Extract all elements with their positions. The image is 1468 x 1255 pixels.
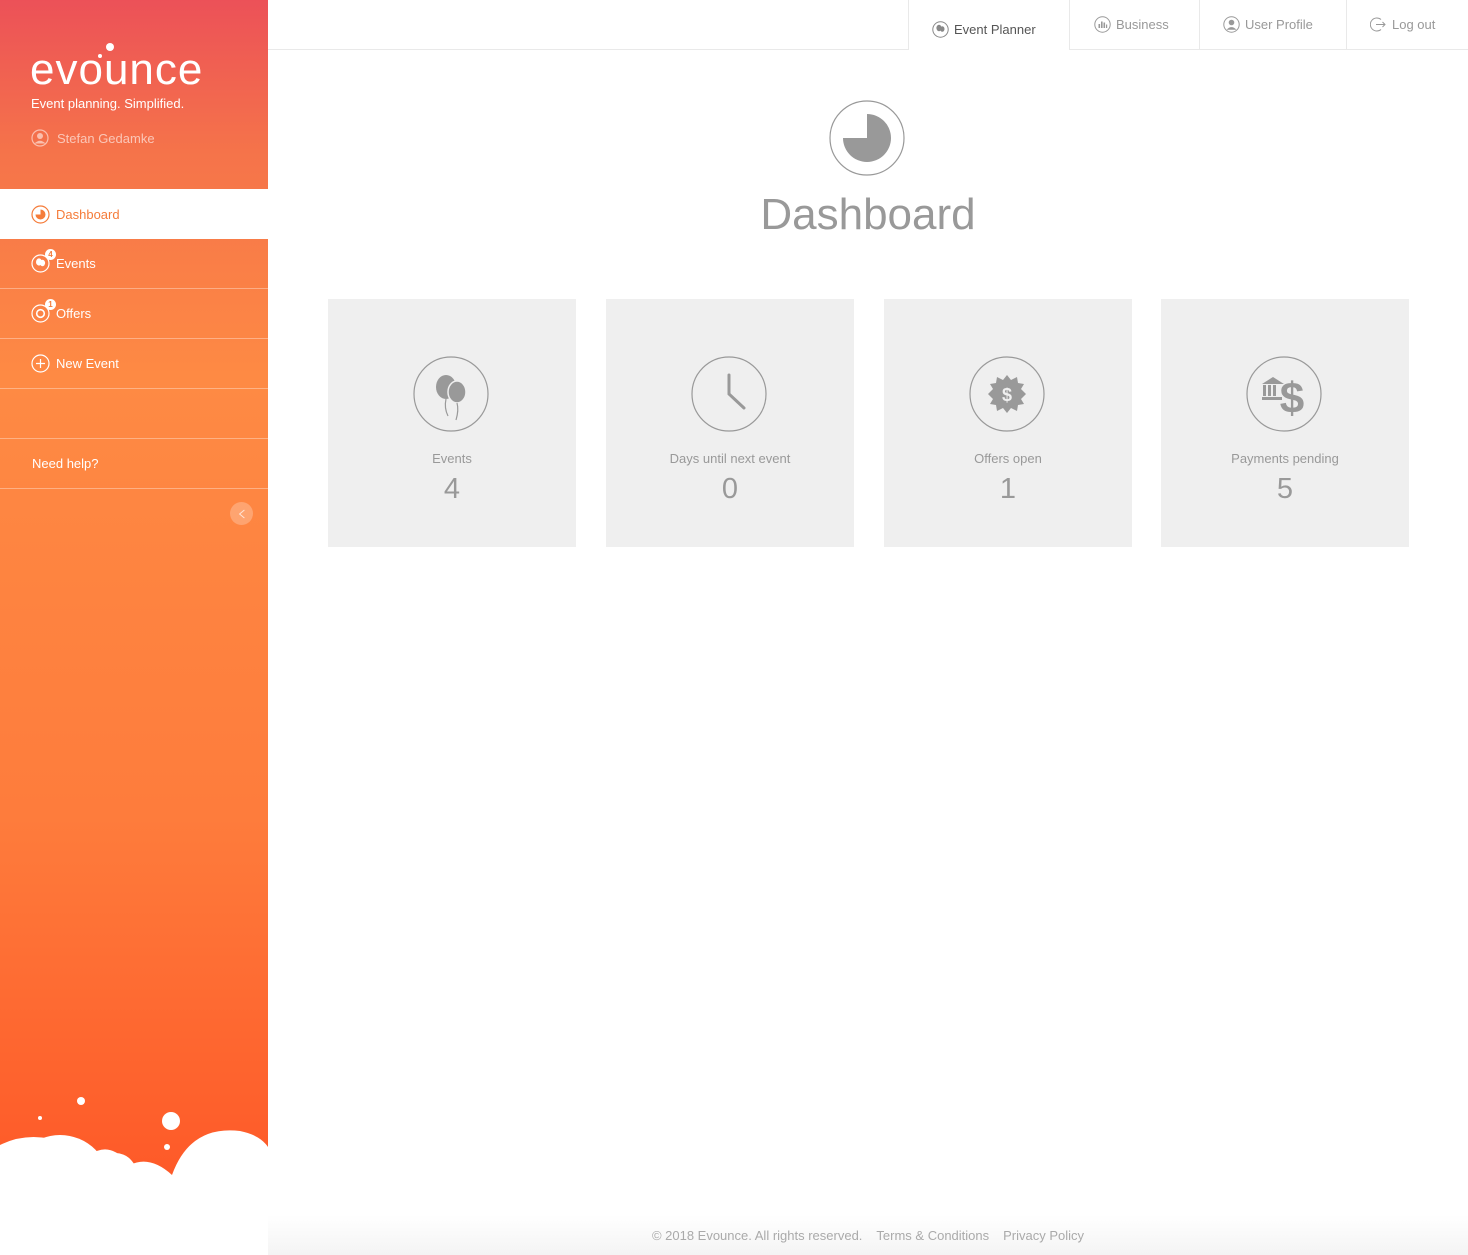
tab-event-planner[interactable]: Event Planner: [908, 0, 1069, 50]
balloon-icon: 4: [31, 249, 56, 273]
sidebar-item-label: Dashboard: [56, 206, 120, 222]
sidebar-item-label: New Event: [56, 356, 119, 371]
svg-text:evounce: evounce: [30, 45, 203, 94]
user-avatar-icon: [31, 129, 49, 147]
sidebar-nav: Dashboard 4 Events 1 Offers New Event Ne…: [0, 189, 268, 489]
tagline: Event planning. Simplified.: [31, 96, 185, 111]
card-events[interactable]: Events 4: [328, 299, 576, 547]
sidebar-item-label: Need help?: [32, 456, 99, 471]
card-value: 4: [443, 473, 461, 505]
card-offers-open[interactable]: $ Offers open 1: [884, 299, 1132, 547]
tab-label: Event Planner: [954, 21, 1036, 37]
collapse-sidebar-button[interactable]: [230, 502, 253, 525]
user-name: Stefan Gedamke: [57, 130, 155, 146]
clock-icon: [691, 356, 767, 432]
logout-icon: [1370, 17, 1386, 32]
dashboard-icon: [829, 100, 905, 176]
tab-user-profile[interactable]: User Profile: [1199, 0, 1346, 49]
sidebar-item-events[interactable]: 4 Events: [0, 239, 268, 289]
footer: © 2018 Evounce. All rights reserved. Ter…: [268, 1215, 1468, 1255]
sidebar: evounce Event planning. Simplified. Stef…: [0, 0, 268, 1255]
stats-cards: Events 4 Days until next event 0 $ Offer…: [328, 299, 1409, 547]
plus-circle-icon: [31, 354, 50, 373]
card-label: Days until next event: [669, 451, 791, 466]
balloon-icon: [932, 20, 949, 38]
sidebar-item-label: Offers: [56, 306, 92, 321]
offers-count-badge: 1: [45, 299, 56, 310]
tab-label: Log out: [1392, 17, 1436, 32]
top-navigation: Event Planner Business User Profile Log …: [268, 0, 1468, 50]
events-count-badge: 4: [45, 249, 56, 260]
sidebar-item-empty: [0, 389, 268, 439]
bar-chart-icon: [1094, 16, 1111, 33]
balloons-icon: [413, 356, 489, 432]
clouds-decoration-icon: [0, 1097, 268, 1255]
card-value: 1: [999, 473, 1017, 505]
user-icon: [1223, 16, 1240, 33]
svg-text:$: $: [1280, 374, 1304, 423]
dollar-badge-icon: $: [969, 356, 1045, 432]
svg-text:$: $: [1002, 385, 1012, 405]
card-days-until-next-event[interactable]: Days until next event 0: [606, 299, 854, 547]
sidebar-item-new-event[interactable]: New Event: [0, 339, 268, 389]
offer-icon: 1: [31, 299, 56, 323]
chevron-left-icon: [238, 509, 245, 518]
copyright-text: © 2018 Evounce. All rights reserved.: [651, 1227, 863, 1243]
user-info[interactable]: Stefan Gedamke: [31, 129, 155, 147]
bank-dollar-icon: $: [1246, 356, 1322, 432]
terms-link[interactable]: Terms & Conditions: [876, 1228, 989, 1243]
tab-label: Business: [1116, 17, 1169, 32]
card-label: Offers open: [974, 451, 1042, 466]
sidebar-item-dashboard[interactable]: Dashboard: [0, 189, 268, 239]
card-value: 0: [721, 473, 739, 505]
tab-business[interactable]: Business: [1069, 0, 1199, 49]
tab-log-out[interactable]: Log out: [1346, 0, 1468, 49]
sidebar-item-label: Events: [56, 256, 96, 271]
sidebar-item-offers[interactable]: 1 Offers: [0, 289, 268, 339]
card-label: Payments pending: [1231, 451, 1339, 466]
tab-label: User Profile: [1245, 17, 1313, 32]
evounce-logo[interactable]: evounce: [30, 40, 240, 96]
card-value: 5: [1276, 473, 1294, 505]
privacy-link[interactable]: Privacy Policy: [1003, 1228, 1084, 1243]
dashboard-icon: [31, 204, 50, 224]
sidebar-item-need-help[interactable]: Need help?: [0, 439, 268, 489]
card-label: Events: [432, 451, 472, 466]
card-payments-pending[interactable]: $ Payments pending 5: [1161, 299, 1409, 547]
page-title: Dashboard: [760, 190, 976, 239]
